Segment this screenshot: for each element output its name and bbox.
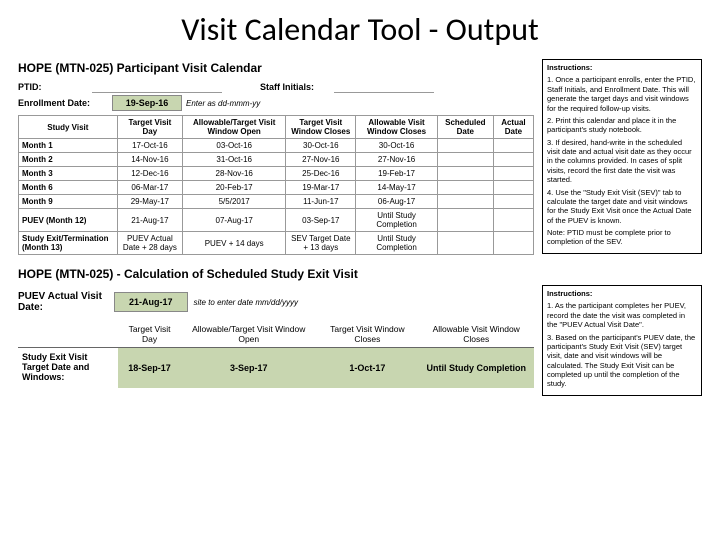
slide-title: Visit Calendar Tool - Output: [0, 0, 720, 57]
cell: 18-Sep-17: [118, 348, 181, 388]
cell: 30-Oct-16: [356, 139, 437, 153]
cell: [493, 195, 533, 209]
cell: Until Study Completion: [418, 348, 534, 388]
cell: Month 2: [19, 153, 118, 167]
cell: [437, 232, 493, 255]
col-header: Scheduled Date: [437, 116, 493, 139]
cell: [437, 139, 493, 153]
col-header: Target Visit Window Closes: [286, 116, 356, 139]
cell: SEV Target Date + 13 days: [286, 232, 356, 255]
cell: 5/5/2017: [183, 195, 286, 209]
cell: [493, 139, 533, 153]
col-header: Target Visit Window Closes: [316, 321, 418, 348]
instructions-box-2: Instructions:1. As the participant compl…: [542, 285, 702, 396]
enroll-date-value: 19-Sep-16: [112, 95, 182, 111]
cell: 07-Aug-17: [183, 209, 286, 232]
cell: [437, 153, 493, 167]
col-header: Allowable/Target Visit Window Open: [181, 321, 316, 348]
cell: 14-Nov-16: [117, 153, 182, 167]
puev-hint: site to enter date mm/dd/yyyy: [194, 298, 299, 307]
instructions-box-1: Instructions:1. Once a participant enrol…: [542, 59, 702, 254]
cell: Study Exit/Termination (Month 13): [19, 232, 118, 255]
table-row: Month 606-Mar-1720-Feb-1719-Mar-1714-May…: [19, 181, 534, 195]
exit-row-label: Study Exit Visit Target Date and Windows…: [18, 348, 118, 388]
cell: 21-Aug-17: [117, 209, 182, 232]
col-header: Allowable Visit Window Closes: [418, 321, 534, 348]
enroll-hint: Enter as dd-mmm-yy: [186, 99, 260, 108]
cell: 19-Mar-17: [286, 181, 356, 195]
cell: [493, 167, 533, 181]
staff-label: Staff Initials:: [260, 82, 330, 92]
staff-field[interactable]: [334, 81, 434, 93]
exit-visit-table: Target Visit DayAllowable/Target Visit W…: [18, 321, 534, 388]
participant-calendar-section: HOPE (MTN-025) Participant Visit Calenda…: [0, 57, 720, 257]
cell: [437, 167, 493, 181]
cell: 29-May-17: [117, 195, 182, 209]
cell: [437, 195, 493, 209]
cell: PUEV + 14 days: [183, 232, 286, 255]
table-row: Study Exit/Termination (Month 13)PUEV Ac…: [19, 232, 534, 255]
cell: 27-Nov-16: [286, 153, 356, 167]
cell: Month 3: [19, 167, 118, 181]
report-title-2: HOPE (MTN-025) - Calculation of Schedule…: [18, 265, 702, 285]
cell: 11-Jun-17: [286, 195, 356, 209]
cell: 06-Aug-17: [356, 195, 437, 209]
cell: [493, 232, 533, 255]
cell: 30-Oct-16: [286, 139, 356, 153]
col-header: Allowable/Target Visit Window Open: [183, 116, 286, 139]
visit-schedule-table: Study VisitTarget Visit DayAllowable/Tar…: [18, 115, 534, 255]
cell: Month 9: [19, 195, 118, 209]
puev-date-value: 21-Aug-17: [114, 292, 188, 312]
cell: 20-Feb-17: [183, 181, 286, 195]
cell: PUEV Actual Date + 28 days: [117, 232, 182, 255]
cell: [493, 153, 533, 167]
col-header: Target Visit Day: [117, 116, 182, 139]
cell: 03-Oct-16: [183, 139, 286, 153]
cell: 06-Mar-17: [117, 181, 182, 195]
cell: 25-Dec-16: [286, 167, 356, 181]
cell: Month 6: [19, 181, 118, 195]
table-row: Month 117-Oct-1603-Oct-1630-Oct-1630-Oct…: [19, 139, 534, 153]
table-row: Month 214-Nov-1631-Oct-1627-Nov-1627-Nov…: [19, 153, 534, 167]
col-header: Allowable Visit Window Closes: [356, 116, 437, 139]
cell: Until Study Completion: [356, 209, 437, 232]
col-header: [18, 321, 118, 348]
cell: 1-Oct-17: [316, 348, 418, 388]
cell: [493, 181, 533, 195]
cell: Until Study Completion: [356, 232, 437, 255]
cell: [493, 209, 533, 232]
cell: 28-Nov-16: [183, 167, 286, 181]
cell: 3-Sep-17: [181, 348, 316, 388]
cell: [437, 209, 493, 232]
cell: 27-Nov-16: [356, 153, 437, 167]
report-title-1: HOPE (MTN-025) Participant Visit Calenda…: [18, 59, 534, 79]
cell: 17-Oct-16: [117, 139, 182, 153]
cell: PUEV (Month 12): [19, 209, 118, 232]
cell: [437, 181, 493, 195]
ptid-field[interactable]: [92, 81, 222, 93]
cell: Month 1: [19, 139, 118, 153]
table-row: PUEV (Month 12)21-Aug-1707-Aug-1703-Sep-…: [19, 209, 534, 232]
cell: 14-May-17: [356, 181, 437, 195]
cell: 12-Dec-16: [117, 167, 182, 181]
table-row: Month 929-May-175/5/201711-Jun-1706-Aug-…: [19, 195, 534, 209]
cell: 03-Sep-17: [286, 209, 356, 232]
col-header: Study Visit: [19, 116, 118, 139]
puev-label: PUEV Actual Visit Date:: [18, 291, 108, 313]
ptid-label: PTID:: [18, 82, 88, 92]
study-exit-section: HOPE (MTN-025) - Calculation of Schedule…: [0, 263, 720, 398]
enroll-label: Enrollment Date:: [18, 98, 108, 108]
table-row: Month 312-Dec-1628-Nov-1625-Dec-1619-Feb…: [19, 167, 534, 181]
col-header: Target Visit Day: [118, 321, 181, 348]
cell: 31-Oct-16: [183, 153, 286, 167]
cell: 19-Feb-17: [356, 167, 437, 181]
col-header: Actual Date: [493, 116, 533, 139]
